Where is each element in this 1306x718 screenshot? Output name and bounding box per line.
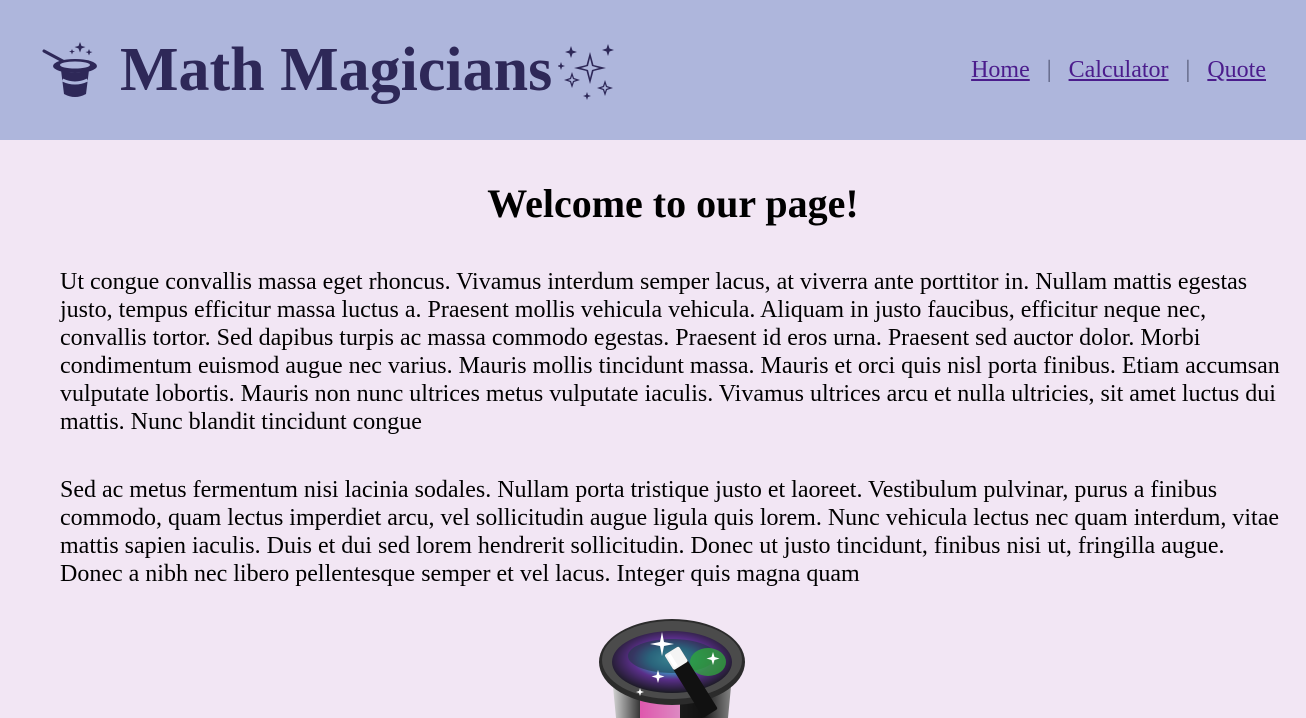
sparkles-icon: [558, 44, 614, 100]
page-heading: Welcome to our page!: [487, 181, 859, 226]
site-title: Math Magicians: [120, 36, 553, 104]
site-header: Math Magicians Home | Calculator | Quote: [0, 0, 1306, 140]
nav-separator: |: [1185, 57, 1191, 83]
nav-separator: |: [1046, 57, 1052, 83]
nav-link-home[interactable]: Home: [971, 57, 1030, 83]
magic-top-hat-icon: [599, 619, 745, 718]
body-paragraph: Sed ac metus fermentum nisi lacinia soda…: [60, 477, 1279, 587]
magic-hat-wand-icon: [42, 42, 97, 97]
nav-link-quote[interactable]: Quote: [1207, 57, 1266, 83]
nav-link-calculator[interactable]: Calculator: [1069, 57, 1169, 83]
main-nav: Home | Calculator | Quote: [971, 55, 1266, 85]
main-content: Welcome to our page! Ut congue convallis…: [0, 140, 1306, 718]
intro-paragraph: Ut congue convallis massa eget rhoncus. …: [60, 269, 1280, 435]
